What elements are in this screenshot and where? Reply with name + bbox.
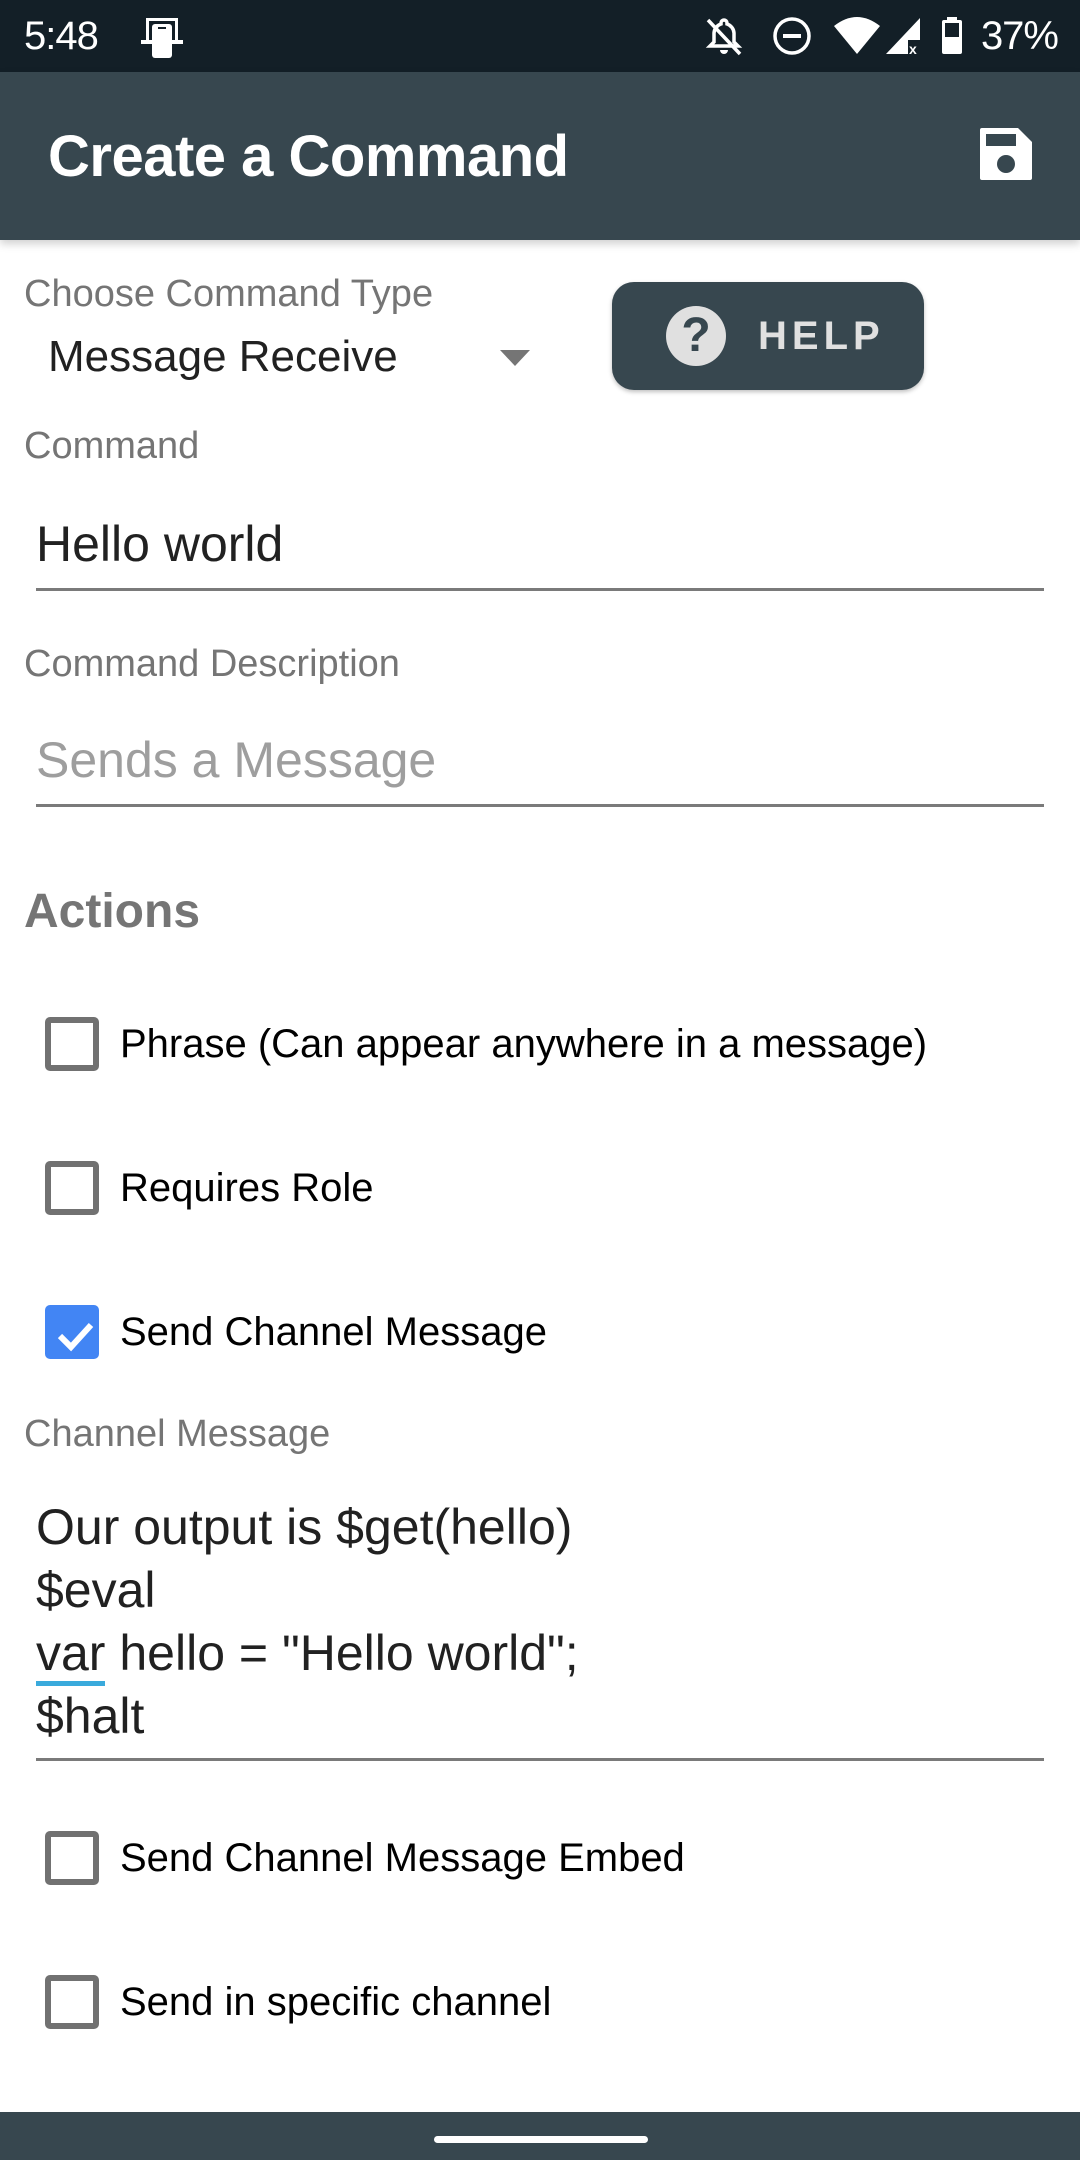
actions-heading: Actions (24, 885, 201, 938)
help-button-label: HELP (758, 314, 885, 358)
send-embed-checkbox[interactable] (45, 1831, 99, 1885)
requires-role-checkbox-label: Requires Role (120, 1166, 374, 1210)
battery-percentage: 37% (980, 14, 1059, 58)
page-title: Create a Command (48, 124, 569, 189)
channel-message-line: $halt (36, 1688, 145, 1744)
send-channel-message-checkbox-label: Send Channel Message (120, 1310, 547, 1354)
checkbox-row-specific-channel[interactable]: Send in specific channel (0, 1953, 1080, 2053)
send-channel-message-checkbox[interactable] (45, 1305, 99, 1359)
screen: 5:48 x 37% Create a Command Choose Comma… (0, 0, 1080, 2160)
navigation-bar (0, 2112, 1080, 2160)
phrase-checkbox-label: Phrase (Can appear anywhere in a message… (120, 1022, 928, 1066)
cell-signal-no-data-icon: x (884, 14, 924, 63)
app-bar: Create a Command (0, 72, 1080, 240)
channel-message-line: Our output is $get(hello) (36, 1499, 573, 1555)
specific-channel-checkbox[interactable] (45, 1975, 99, 2029)
dropdown-arrow-icon (500, 350, 530, 366)
checkbox-row-send-embed[interactable]: Send Channel Message Embed (0, 1809, 1080, 1909)
save-icon (978, 126, 1034, 187)
channel-message-line-rest: hello = "Hello world"; (119, 1625, 579, 1681)
channel-message-label: Channel Message (24, 1413, 331, 1455)
requires-role-checkbox[interactable] (45, 1161, 99, 1215)
command-type-label: Choose Command Type (24, 273, 434, 315)
channel-message-line: var hello = "Hello world"; (36, 1622, 1044, 1686)
phrase-checkbox[interactable] (45, 1017, 99, 1071)
checkbox-row-requires-role[interactable]: Requires Role (0, 1139, 1080, 1239)
battery-icon (940, 14, 964, 63)
command-input[interactable]: Hello world (36, 514, 1044, 591)
status-time: 5:48 (24, 14, 99, 58)
channel-message-input[interactable]: Our output is $get(hello) $eval var hell… (36, 1496, 1044, 1761)
command-type-value: Message Receive (48, 332, 398, 381)
command-description-label: Command Description (24, 643, 400, 685)
notifications-off-icon (702, 14, 746, 63)
status-bar: 5:48 x 37% (0, 0, 1080, 72)
home-gesture-handle[interactable] (434, 2136, 648, 2143)
checkmark-icon (57, 1322, 94, 1352)
help-button[interactable]: ? HELP (612, 282, 924, 390)
command-description-input[interactable]: Sends a Message (36, 730, 1044, 807)
screen-mirror-icon (138, 14, 184, 65)
help-icon: ? (666, 306, 726, 366)
command-label: Command (24, 425, 200, 467)
specific-channel-checkbox-label: Send in specific channel (120, 1980, 552, 2024)
checkbox-row-phrase[interactable]: Phrase (Can appear anywhere in a message… (0, 995, 1080, 1095)
spellcheck-word[interactable]: var (36, 1625, 106, 1686)
do-not-disturb-icon (770, 14, 814, 63)
wifi-icon (832, 14, 882, 63)
checkbox-row-send-channel-message[interactable]: Send Channel Message (0, 1283, 1080, 1383)
send-embed-checkbox-label: Send Channel Message Embed (120, 1836, 685, 1880)
channel-message-line: $eval (36, 1562, 156, 1618)
svg-text:x: x (909, 41, 917, 57)
save-button[interactable] (966, 116, 1046, 196)
